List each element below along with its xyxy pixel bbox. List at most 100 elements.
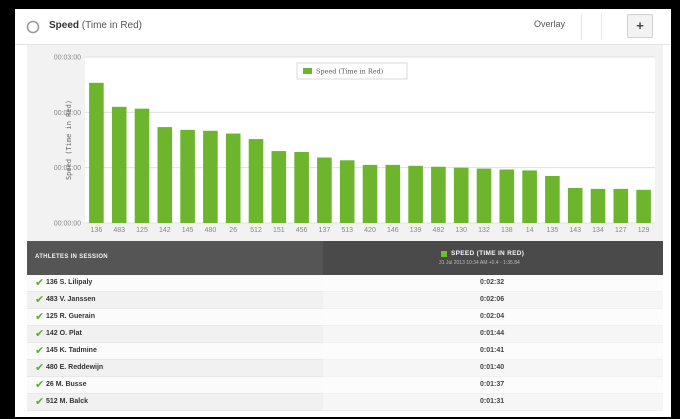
speed-value: 0:01:40 — [480, 364, 505, 371]
bar — [545, 175, 560, 223]
legend-swatch — [303, 68, 312, 74]
bar — [408, 165, 423, 223]
bar — [476, 168, 492, 223]
athlete-name: 142 O. Plat — [46, 330, 82, 337]
table-row[interactable]: ✔ 26 M. Busse 0:01:37 — [27, 377, 663, 394]
col-speed-sublabel: 31 Jul 2013 10:34 AM +0.4 - 1:35.84 — [439, 260, 520, 266]
bar — [317, 157, 332, 223]
overlay-button[interactable]: Overlay — [534, 19, 565, 29]
x-tick-label: 420 — [364, 227, 376, 234]
table-row[interactable]: ✔ 512 M. Balck 0:01:31 — [27, 394, 663, 411]
x-tick-label: 456 — [296, 227, 308, 234]
table-row[interactable]: ✔ 145 K. Tadmine 0:01:41 — [27, 343, 663, 360]
bar — [385, 164, 401, 223]
refresh-icon[interactable] — [26, 20, 40, 34]
bar — [339, 160, 355, 223]
speed-value: 0:02:06 — [480, 296, 505, 303]
x-tick-label: 480 — [205, 227, 217, 234]
x-tick-label: 26 — [229, 227, 237, 234]
widget-header: Speed (Time in Red) Overlay + — [15, 9, 671, 45]
check-icon[interactable]: ✔ — [35, 362, 44, 374]
x-tick-label: 513 — [341, 227, 353, 234]
check-icon[interactable]: ✔ — [35, 328, 44, 340]
check-icon[interactable]: ✔ — [35, 379, 44, 391]
check-icon[interactable]: ✔ — [35, 396, 44, 408]
check-icon[interactable]: ✔ — [35, 294, 44, 306]
speed-value: 0:01:41 — [480, 347, 505, 354]
bar — [499, 169, 515, 223]
divider — [601, 14, 602, 40]
x-tick-label: 142 — [159, 227, 171, 234]
bar — [271, 151, 287, 223]
y-tick-label: 00:03:00 — [54, 55, 81, 62]
bar-chart: 00:00:00 00:01:00 00:02:00 00:03:00 Speed (T… — [27, 45, 663, 241]
x-tick-label: 512 — [250, 227, 262, 234]
table-header: ATHLETES IN SESSION SPEED (TIME IN RED) … — [27, 241, 663, 275]
x-tick-label: 483 — [113, 227, 125, 234]
x-tick-label: 127 — [615, 227, 627, 234]
athletes-table: ATHLETES IN SESSION SPEED (TIME IN RED) … — [27, 241, 663, 417]
check-icon[interactable]: ✔ — [35, 345, 44, 357]
x-tick-label: 125 — [136, 227, 148, 234]
speed-value: 0:02:32 — [480, 279, 505, 286]
athlete-name: 483 V. Janssen — [46, 296, 96, 303]
check-icon[interactable]: ✔ — [35, 277, 44, 289]
bar — [362, 164, 378, 223]
x-tick-label: 138 — [501, 227, 513, 234]
col-athletes-header[interactable]: ATHLETES IN SESSION — [35, 254, 108, 260]
x-tick-label: 146 — [387, 227, 399, 234]
col-speed-label: SPEED (TIME IN RED) — [451, 250, 525, 257]
x-tick-label: 145 — [182, 227, 194, 234]
speed-value: 0:01:44 — [480, 330, 505, 337]
x-tick-label: 130 — [455, 227, 467, 234]
y-axis-label: Speed (Time in Red) — [65, 100, 73, 180]
title-sub: (Time in Red) — [81, 20, 142, 31]
table-row[interactable]: ✔ 142 O. Plat 0:01:44 — [27, 326, 663, 343]
speed-value: 0:02:04 — [480, 313, 505, 320]
bar — [248, 139, 264, 223]
speed-value: 0:01:31 — [480, 398, 505, 405]
y-tick-label: 00:00:00 — [54, 221, 81, 228]
bar — [134, 108, 150, 223]
bar — [225, 133, 241, 223]
x-tick-label: 132 — [478, 227, 490, 234]
athlete-name: 145 K. Tadmine — [46, 347, 97, 354]
check-icon[interactable]: ✔ — [35, 311, 44, 323]
bar — [294, 151, 309, 223]
add-button[interactable]: + — [627, 14, 653, 38]
bar — [613, 188, 629, 223]
bar — [522, 170, 537, 223]
x-tick-label: 134 — [592, 227, 604, 234]
x-tick-label: 137 — [319, 227, 331, 234]
table-row[interactable]: ✔ 480 E. Reddewijn 0:01:40 — [27, 360, 663, 377]
x-tick-label: 151 — [273, 227, 285, 234]
athlete-name: 480 E. Reddewijn — [46, 364, 104, 371]
widget-title: Speed (Time in Red) — [49, 20, 142, 31]
x-tick-label: 482 — [433, 227, 445, 234]
bar — [590, 188, 606, 223]
bar — [431, 166, 446, 223]
x-tick-label: 136 — [91, 227, 103, 234]
x-tick-label: 135 — [547, 227, 559, 234]
bar — [89, 82, 104, 223]
col-speed-header[interactable]: SPEED (TIME IN RED) 31 Jul 2013 10:34 AM… — [323, 241, 663, 275]
bar — [567, 187, 583, 223]
title-main: Speed — [49, 20, 80, 31]
x-tick-label: 143 — [569, 227, 581, 234]
speed-widget: Speed (Time in Red) Overlay + 00:00:00 00… — [15, 9, 671, 417]
athlete-name: 26 M. Busse — [46, 381, 87, 388]
chart-svg: 00:00:0000:01:0000:02:0000:03:00Speed (T… — [54, 55, 655, 234]
bar — [636, 189, 651, 223]
table-row[interactable]: ✔ 136 S. Lilipaly 0:02:32 — [27, 275, 663, 292]
speed-legend-swatch — [441, 251, 447, 257]
legend-label: Speed (Time in Red) — [316, 68, 384, 76]
table-row[interactable]: ✔ 125 R. Guerain 0:02:04 — [27, 309, 663, 326]
x-tick-label: 139 — [410, 227, 422, 234]
speed-value: 0:01:37 — [480, 381, 505, 388]
bar — [180, 129, 195, 223]
x-tick-label: 14 — [526, 227, 534, 234]
screen-frame: Speed (Time in Red) Overlay + 00:00:00 00… — [0, 0, 680, 419]
table-row[interactable]: ✔ 483 V. Janssen 0:02:06 — [27, 292, 663, 309]
bar — [203, 130, 218, 223]
athlete-name: 125 R. Guerain — [46, 313, 96, 320]
